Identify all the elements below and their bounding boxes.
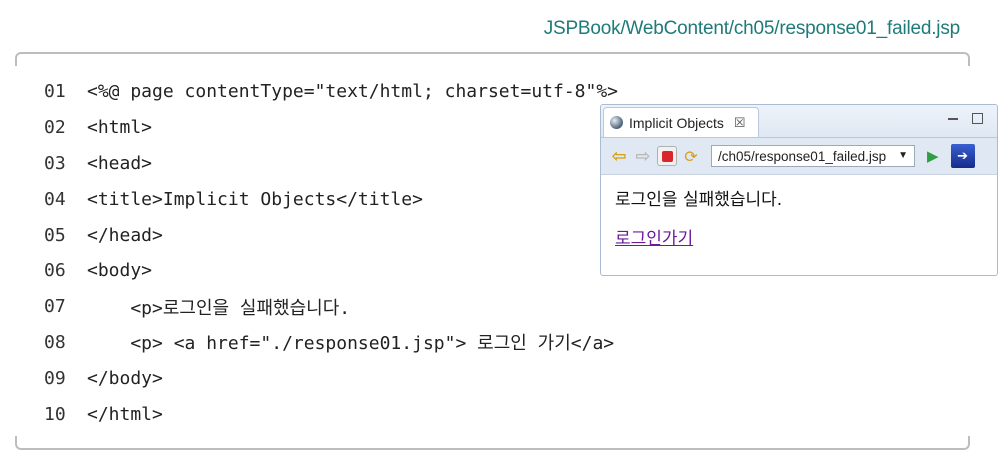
forward-arrow-icon[interactable]: ⇨ — [633, 146, 653, 167]
code-line: 08 <p> <a href="./response01.jsp"> 로그인 가… — [44, 325, 618, 361]
code-listing: 01 <%@ page contentType="text/html; chars… — [44, 74, 618, 432]
tab-title: Implicit Objects — [629, 114, 724, 131]
code-text: <p> <a href="./response01.jsp"> 로그인 가기</… — [87, 333, 615, 355]
code-line: 10 </html> — [44, 396, 618, 432]
code-line: 05 </head> — [44, 217, 618, 253]
code-frame-top — [15, 52, 970, 66]
line-number: 07 — [44, 296, 66, 318]
url-input[interactable]: /ch05/response01_failed.jsp ▼ — [711, 145, 915, 167]
code-line: 02 <html> — [44, 110, 618, 146]
login-link[interactable]: 로그인가기 — [615, 229, 693, 249]
line-number: 06 — [44, 260, 66, 282]
line-number: 05 — [44, 224, 66, 246]
maximize-icon[interactable] — [972, 113, 983, 124]
window-controls — [948, 111, 983, 124]
globe-icon — [610, 116, 623, 129]
page-content: 로그인을 실패했습니다. 로그인가기 — [601, 175, 997, 257]
close-icon[interactable]: ☒ — [734, 115, 746, 131]
code-line: 01 <%@ page contentType="text/html; chars… — [44, 74, 618, 110]
code-text: <title>Implicit Objects</title> — [87, 188, 423, 210]
line-number: 02 — [44, 117, 66, 139]
code-text: </html> — [87, 403, 163, 425]
line-number: 03 — [44, 152, 66, 174]
code-line: 07 <p>로그인을 실패했습니다. — [44, 289, 618, 325]
code-text: </head> — [87, 224, 163, 246]
code-line: 04 <title>Implicit Objects</title> — [44, 181, 618, 217]
line-number: 09 — [44, 367, 66, 389]
code-line: 06 <body> — [44, 253, 618, 289]
line-number: 08 — [44, 331, 66, 353]
line-number: 01 — [44, 81, 66, 103]
line-number: 04 — [44, 188, 66, 210]
tab-implicit-objects[interactable]: Implicit Objects ☒ — [603, 107, 759, 137]
refresh-icon[interactable]: ⟳ — [681, 146, 701, 166]
tab-bar: Implicit Objects ☒ — [601, 105, 997, 138]
line-number: 10 — [44, 403, 66, 425]
code-frame-bottom — [15, 436, 970, 450]
url-text: /ch05/response01_failed.jsp — [718, 148, 887, 164]
file-path: JSPBook/WebContent/ch05/response01_faile… — [543, 18, 961, 39]
stop-icon[interactable] — [657, 146, 677, 166]
code-text: <%@ page contentType="text/html; charset… — [87, 81, 619, 103]
code-text: <head> — [87, 152, 153, 174]
code-text: <html> — [87, 117, 153, 139]
chevron-down-icon[interactable]: ▼ — [898, 150, 908, 161]
code-text: </body> — [87, 367, 163, 389]
code-line: 03 <head> — [44, 146, 618, 182]
browser-toolbar: ⇦ ⇨ ⟳ /ch05/response01_failed.jsp ▼ ▶ ➔ — [601, 138, 997, 175]
external-browser-icon[interactable]: ➔ — [950, 144, 975, 168]
code-line: 09 </body> — [44, 360, 618, 396]
browser-window: Implicit Objects ☒ ⇦ ⇨ ⟳ /ch05/response0… — [600, 104, 998, 276]
minimize-icon[interactable] — [948, 118, 958, 120]
login-failed-message: 로그인을 실패했습니다. — [615, 190, 783, 210]
back-arrow-icon[interactable]: ⇦ — [609, 146, 629, 167]
code-text: <p>로그인을 실패했습니다. — [87, 297, 351, 319]
code-text: <body> — [87, 260, 153, 282]
go-icon[interactable]: ▶ — [927, 147, 939, 165]
